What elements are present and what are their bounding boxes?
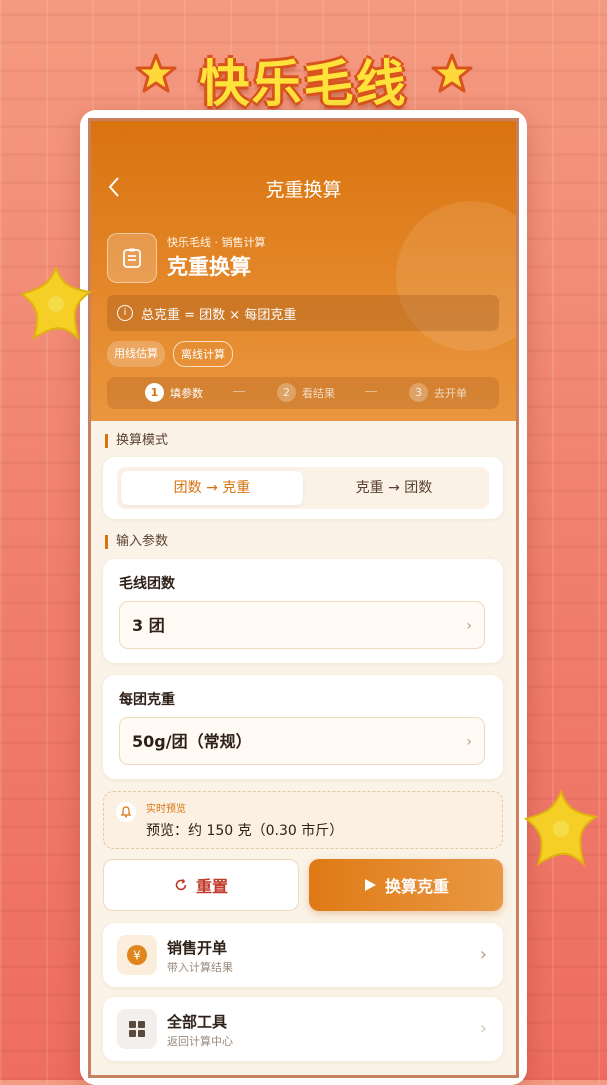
step-indicator: 1 填参数 2 看结果 3 去开单	[107, 377, 499, 409]
step-number: 1	[145, 383, 164, 402]
formula-text: 总克重 = 团数 × 每团克重	[141, 307, 297, 323]
step-number: 3	[409, 383, 428, 402]
chip-offline: 离线计算	[173, 341, 233, 367]
yuan-icon-badge: ¥	[117, 935, 157, 975]
star-icon	[431, 53, 473, 93]
step-1: 1 填参数	[145, 383, 203, 402]
link-title: 全部工具	[167, 1013, 228, 1031]
star-decoration-icon	[19, 265, 93, 341]
step-divider	[365, 391, 377, 392]
weight-panel: 每团克重 50g/团（常规） ›	[103, 675, 503, 779]
calculate-label: 换算克重	[384, 877, 449, 896]
reset-label: 重置	[195, 877, 228, 896]
reset-button[interactable]: 重置	[103, 859, 299, 911]
clipboard-icon	[123, 248, 141, 268]
weight-value: 50g/团（常规）	[132, 732, 252, 751]
weight-label: 每团克重	[119, 692, 175, 708]
step-divider	[233, 391, 245, 392]
play-icon	[364, 879, 376, 891]
section-label-params: 输入参数	[105, 535, 168, 549]
chevron-right-icon: ›	[479, 1018, 487, 1039]
link-subtitle: 带入计算结果	[167, 961, 233, 974]
preview-text: 预览：约 150 克（0.30 市斤）	[146, 823, 344, 839]
step-label: 看结果	[302, 386, 335, 400]
calculate-button[interactable]: 换算克重	[309, 859, 503, 911]
mode-toggle: 团数 → 克重 克重 → 团数	[117, 467, 489, 509]
mode-option-skeins-to-grams[interactable]: 团数 → 克重	[121, 471, 303, 505]
hero-header: 克重换算 快乐毛线 · 销售计算 克重换算 i 总克重 = 团数 × 每团克重 …	[91, 121, 516, 421]
refresh-icon	[175, 878, 187, 891]
yuan-icon: ¥	[127, 945, 147, 965]
skeins-value: 3 团	[132, 616, 165, 635]
banner-title: 快乐毛线	[199, 55, 408, 113]
breadcrumb: 快乐毛线 · 销售计算	[167, 236, 266, 249]
app-banner: 快乐毛线	[0, 44, 607, 114]
feature-chips: 用线估算 离线计算	[107, 341, 233, 367]
link-subtitle: 返回计算中心	[167, 1035, 233, 1048]
section-label-mode: 换算模式	[105, 434, 168, 448]
link-title: 销售开单	[167, 939, 228, 957]
link-sales-order[interactable]: ¥ 销售开单 带入计算结果 ›	[103, 923, 503, 987]
skeins-panel: 毛线团数 3 团 ›	[103, 559, 503, 663]
weight-select[interactable]: 50g/团（常规） ›	[119, 717, 485, 765]
svg-text:¥: ¥	[133, 949, 141, 963]
chevron-right-icon: ›	[466, 618, 472, 634]
tool-icon-badge	[107, 233, 157, 283]
link-all-tools[interactable]: 全部工具 返回计算中心 ›	[103, 997, 503, 1061]
live-preview: 实时预览 预览：约 150 克（0.30 市斤）	[103, 791, 503, 849]
chevron-right-icon: ›	[466, 734, 472, 750]
chip-estimate: 用线估算	[107, 341, 165, 367]
skeins-select[interactable]: 3 团 ›	[119, 601, 485, 649]
step-2: 2 看结果	[277, 383, 335, 402]
mode-panel: 团数 → 克重 克重 → 团数	[103, 457, 503, 519]
step-label: 去开单	[434, 386, 467, 400]
phone-frame: 克重换算 快乐毛线 · 销售计算 克重换算 i 总克重 = 团数 × 每团克重 …	[80, 110, 527, 1085]
grid-icon-badge	[117, 1009, 157, 1049]
info-icon: i	[117, 305, 133, 321]
chevron-right-icon: ›	[479, 944, 487, 965]
skeins-label: 毛线团数	[119, 576, 175, 592]
mode-option-grams-to-skeins[interactable]: 克重 → 团数	[303, 471, 485, 505]
step-3: 3 去开单	[409, 383, 467, 402]
step-label: 填参数	[170, 386, 203, 400]
page-title: 克重换算	[265, 179, 342, 201]
formula-banner: i 总克重 = 团数 × 每团克重	[107, 295, 499, 331]
hero-title: 克重换算	[167, 255, 251, 279]
grid-icon	[129, 1021, 145, 1037]
app-screen: 克重换算 快乐毛线 · 销售计算 克重换算 i 总克重 = 团数 × 每团克重 …	[88, 118, 519, 1078]
bell-icon	[116, 802, 136, 822]
star-decoration-icon	[523, 789, 599, 867]
step-number: 2	[277, 383, 296, 402]
preview-title: 实时预览	[146, 804, 186, 815]
